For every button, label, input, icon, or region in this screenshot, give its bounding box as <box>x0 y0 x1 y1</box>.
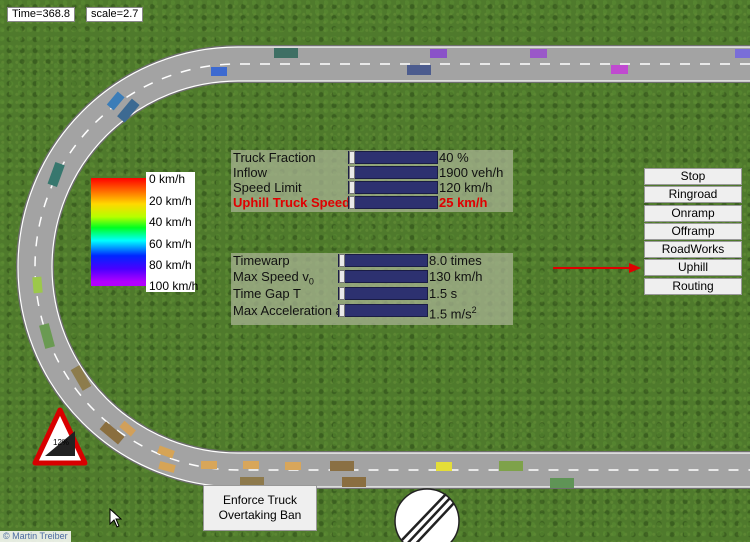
legend-color-bar <box>91 178 146 286</box>
slider-thumb[interactable] <box>349 151 355 164</box>
roadworks-button[interactable]: RoadWorks <box>644 241 742 259</box>
slider-value: 1.5 m/s2 <box>429 303 477 321</box>
uphill-truck-speed-slider[interactable] <box>348 196 438 209</box>
slider-thumb[interactable] <box>349 166 355 179</box>
vehicle <box>201 461 217 469</box>
mouse-cursor-icon <box>109 507 123 528</box>
speed-color-legend: 0 km/h 20 km/h 40 km/h 60 km/h 80 km/h 1… <box>91 172 199 293</box>
slider-value: 8.0 times <box>429 253 482 268</box>
vehicle <box>32 276 43 294</box>
slider-row-time-gap: Time Gap T 1.5 s <box>231 286 513 301</box>
vehicle <box>274 48 298 58</box>
slider-thumb[interactable] <box>339 304 345 317</box>
vehicle <box>342 477 366 487</box>
vehicle <box>735 49 750 58</box>
vehicle <box>243 461 259 469</box>
slider-thumb[interactable] <box>349 181 355 194</box>
vehicle <box>211 67 227 76</box>
slider-row-speed-limit: Speed Limit 120 km/h <box>231 180 513 195</box>
max-speed-slider[interactable] <box>338 270 428 283</box>
slider-row-timewarp: Timewarp 8.0 times <box>231 253 513 268</box>
slider-label: Uphill Truck Speed <box>233 195 351 210</box>
inflow-slider[interactable] <box>348 166 438 179</box>
slider-thumb[interactable] <box>349 196 355 209</box>
uphill-button[interactable]: Uphill <box>644 259 742 277</box>
legend-label: 60 km/h <box>149 237 192 251</box>
legend-label: 0 km/h <box>149 172 186 186</box>
routing-button[interactable]: Routing <box>644 277 742 295</box>
slider-label: Timewarp <box>233 253 290 268</box>
vehicle <box>436 462 452 471</box>
scale-display: scale=2.7 <box>86 7 144 22</box>
time-gap-slider[interactable] <box>338 287 428 300</box>
slider-row-uphill-truck-speed: Uphill Truck Speed 25 km/h <box>231 195 513 210</box>
model-slider-panel: Timewarp 8.0 times Max Speed v0 130 km/h… <box>231 253 513 325</box>
slider-thumb[interactable] <box>339 270 345 283</box>
offramp-button[interactable]: Offramp <box>644 222 742 240</box>
slider-value: 40 % <box>439 150 469 165</box>
ban-button-line2: Overtaking Ban <box>218 508 302 522</box>
slider-label: Max Acceleration a <box>233 303 343 318</box>
slider-value: 120 km/h <box>439 180 493 195</box>
legend-label: 20 km/h <box>149 194 192 208</box>
truck-fraction-slider[interactable] <box>348 151 438 164</box>
legend-label: 40 km/h <box>149 215 192 229</box>
speed-limit-slider[interactable] <box>348 181 438 194</box>
ringroad-button[interactable]: Ringroad <box>644 186 742 204</box>
slider-thumb[interactable] <box>339 287 345 300</box>
slider-label: Inflow <box>233 165 267 180</box>
slider-value-text: 1.5 m/s <box>429 306 472 322</box>
max-acceleration-slider[interactable] <box>338 304 428 317</box>
red-arrow-icon <box>553 263 641 273</box>
slider-row-inflow: Inflow 1900 veh/h <box>231 165 513 180</box>
scenario-button-group: Stop Ringroad Onramp Offramp RoadWorks U… <box>644 168 742 296</box>
legend-label: 80 km/h <box>149 258 192 272</box>
legend-labels: 0 km/h 20 km/h 40 km/h 60 km/h 80 km/h 1… <box>146 172 199 293</box>
slider-value-superscript: 2 <box>471 305 477 315</box>
onramp-button[interactable]: Onramp <box>644 204 742 222</box>
vehicle <box>330 461 354 471</box>
copyright-notice: © Martin Treiber <box>0 531 71 542</box>
ban-button-line1: Enforce Truck <box>222 493 298 507</box>
vehicle <box>407 65 431 75</box>
slider-value: 25 km/h <box>439 195 488 210</box>
vehicle <box>611 65 628 74</box>
enforce-truck-overtaking-ban-button[interactable]: Enforce Truck Overtaking Ban <box>203 485 317 531</box>
slider-label-text: Max Speed v <box>233 269 309 284</box>
slider-row-max-speed: Max Speed v0 130 km/h <box>231 269 513 287</box>
vehicle <box>499 461 523 471</box>
legend-label: 100 km/h <box>149 279 199 293</box>
vehicle <box>530 49 547 58</box>
vehicle <box>550 478 574 488</box>
slider-label: Truck Fraction <box>233 150 316 165</box>
vehicle <box>285 462 301 470</box>
slider-thumb[interactable] <box>339 254 345 267</box>
time-display: Time=368.8 <box>7 7 75 22</box>
slider-value: 130 km/h <box>429 269 483 284</box>
slider-row-truck-fraction: Truck Fraction 40 % <box>231 150 513 165</box>
traffic-slider-panel: Truck Fraction 40 % Inflow 1900 veh/h Sp… <box>231 150 513 212</box>
timewarp-slider[interactable] <box>338 254 428 267</box>
slider-value: 1900 veh/h <box>439 165 504 180</box>
stop-button[interactable]: Stop <box>644 168 742 185</box>
grade-sign-text: 12% <box>53 438 69 447</box>
slider-label: Speed Limit <box>233 180 302 195</box>
end-of-restrictions-sign <box>394 488 460 542</box>
slider-label: Time Gap T <box>233 286 301 301</box>
slider-value: 1.5 s <box>429 286 458 301</box>
vehicle <box>430 49 447 58</box>
slider-row-max-acceleration: Max Acceleration a 1.5 m/s2 <box>231 303 513 321</box>
